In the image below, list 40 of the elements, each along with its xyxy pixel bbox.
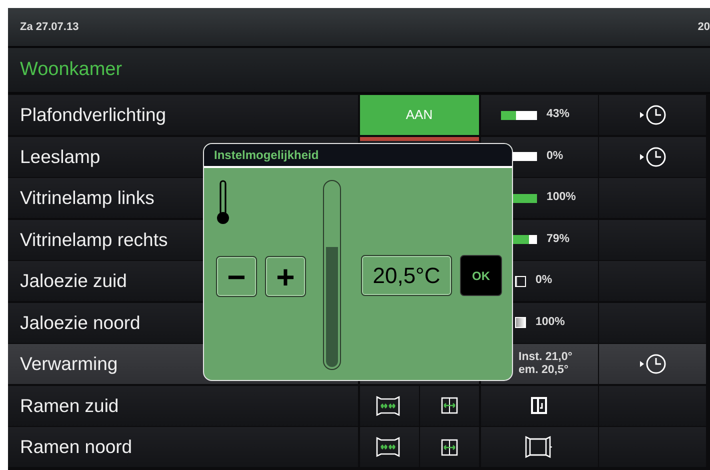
dialog-title: Instelmogelijkheid	[204, 144, 512, 168]
plus-button[interactable]: +	[265, 256, 306, 297]
minus-button[interactable]: −	[216, 256, 257, 297]
temperature-reading: Inst. 21,0°	[518, 350, 572, 364]
blind-level-icon	[514, 276, 526, 286]
timer-icon[interactable]	[638, 146, 666, 168]
time-label: 20	[698, 20, 710, 35]
row-label[interactable]: Vitrinelamp links	[20, 184, 154, 212]
door-icon[interactable]	[531, 397, 547, 414]
row-label[interactable]: Ramen zuid	[20, 392, 119, 420]
window-icon[interactable]	[441, 438, 458, 456]
level-bar	[500, 110, 536, 120]
row-label[interactable]: Jaloezie zuid	[20, 267, 127, 295]
row-label[interactable]: Ramen noord	[20, 433, 132, 461]
row-label[interactable]: Plafondverlichting	[20, 101, 166, 129]
window-frame-icon[interactable]	[525, 436, 553, 458]
temperature-reading: em. 20,5°	[518, 364, 568, 378]
level-reading: 0%	[536, 273, 552, 288]
date-label: Za 27.07.13	[20, 20, 79, 35]
window-icon[interactable]	[376, 396, 402, 416]
room-title: Woonkamer	[20, 58, 122, 82]
temperature-slider[interactable]	[323, 180, 341, 370]
row-label[interactable]: Vitrinelamp rechts	[20, 226, 168, 254]
level-reading: 0%	[546, 148, 564, 164]
window-icon[interactable]	[376, 437, 402, 457]
blind-level-icon	[514, 317, 526, 328]
switch-button[interactable]	[360, 136, 479, 140]
row-label[interactable]: Leeslamp	[20, 142, 100, 170]
level-reading: 43%	[546, 107, 570, 122]
window-icon[interactable]	[441, 397, 458, 414]
timer-icon[interactable]	[638, 353, 666, 375]
level-reading: 100%	[546, 190, 576, 206]
row-label[interactable]: Verwarming	[20, 350, 118, 378]
ok-button[interactable]: OK	[460, 255, 502, 296]
row-label[interactable]: Jaloezie noord	[20, 308, 140, 336]
level-reading: 79%	[546, 232, 570, 247]
timer-icon[interactable]	[638, 104, 666, 126]
thermometer-icon	[216, 180, 230, 226]
level-reading: 100%	[536, 314, 565, 330]
temperature-field[interactable]: 20,5°C	[361, 255, 452, 296]
